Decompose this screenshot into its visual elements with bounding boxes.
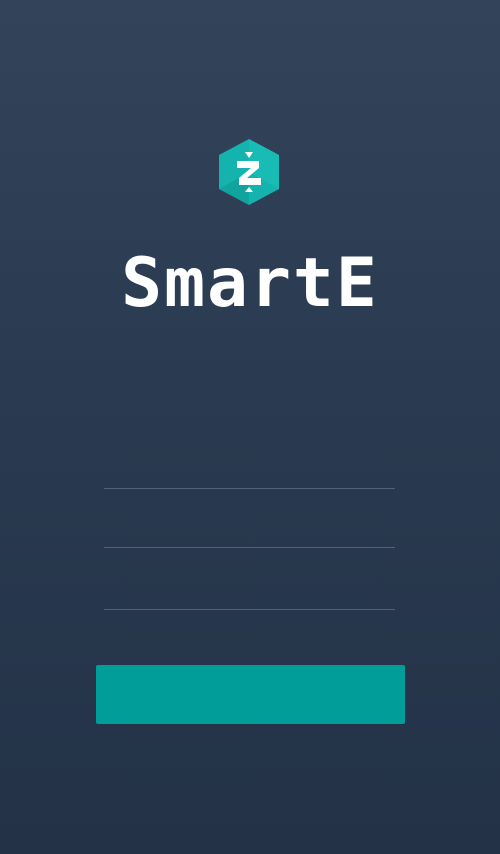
- login-field-2[interactable]: [104, 507, 395, 548]
- login-field-1[interactable]: [104, 448, 395, 489]
- login-button[interactable]: [96, 665, 405, 724]
- brand-title: SmartE: [121, 244, 379, 323]
- app-logo: [216, 137, 282, 207]
- password-input[interactable]: [104, 507, 395, 547]
- extra-input[interactable]: [104, 569, 395, 609]
- hexagon-z-logo-icon: [219, 139, 279, 205]
- login-field-3[interactable]: [104, 569, 395, 610]
- username-input[interactable]: [104, 448, 395, 488]
